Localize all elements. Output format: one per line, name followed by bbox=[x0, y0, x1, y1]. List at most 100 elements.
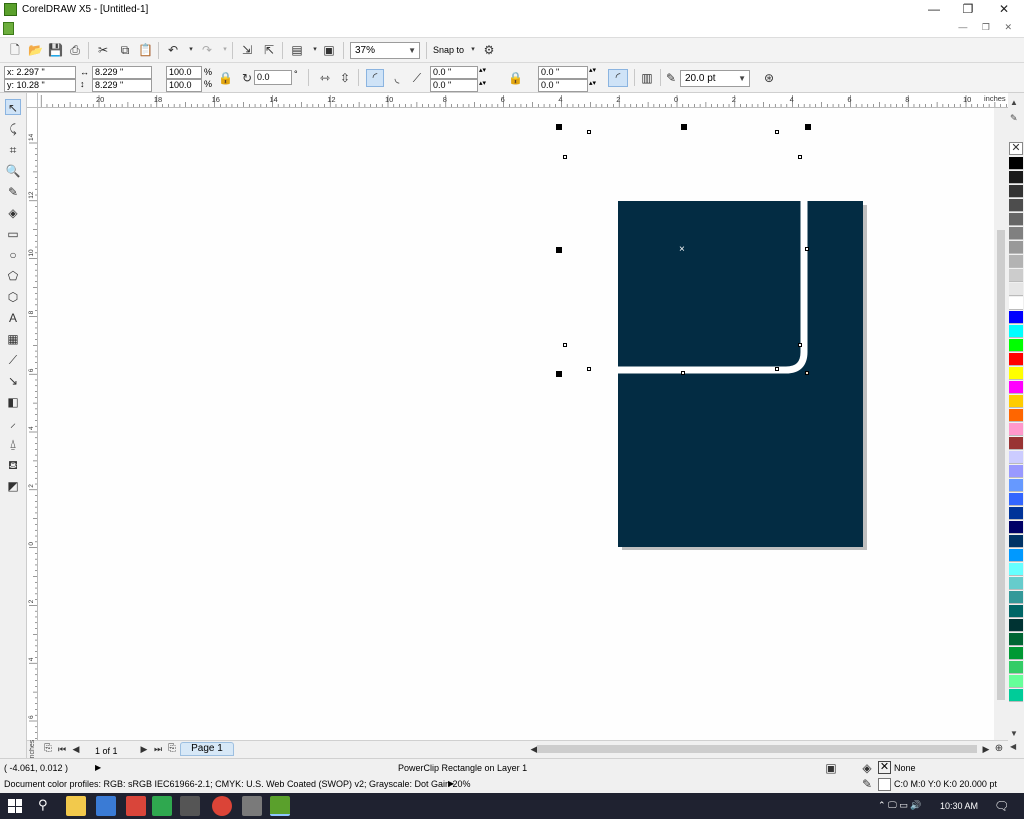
notifications-icon[interactable]: 🗨 bbox=[994, 799, 1009, 813]
windows-start-icon[interactable] bbox=[8, 799, 22, 813]
corner-node[interactable] bbox=[587, 130, 591, 134]
palette-swatch[interactable] bbox=[1009, 563, 1023, 576]
height-field[interactable]: 8.229 " bbox=[92, 79, 152, 92]
mirror-vertical-icon[interactable]: ⇳ bbox=[338, 71, 352, 85]
coreldraw-taskbar-icon[interactable] bbox=[270, 796, 290, 816]
corner-node[interactable] bbox=[563, 155, 567, 159]
palette-swatch[interactable] bbox=[1009, 269, 1023, 282]
redo-icon[interactable]: ↷ bbox=[200, 43, 214, 57]
selection-handle-middle-right[interactable] bbox=[805, 247, 809, 251]
selection-handle-bottom-left[interactable] bbox=[556, 371, 562, 377]
eyedropper-tool-icon[interactable]: ⸝ bbox=[5, 415, 21, 431]
palette-swatch[interactable] bbox=[1009, 493, 1023, 506]
expand-arrow-icon[interactable]: ▶ bbox=[95, 763, 101, 772]
pick-tool-icon[interactable]: ↖ bbox=[5, 99, 21, 115]
palette-swatch[interactable] bbox=[1009, 647, 1023, 660]
previous-page-icon[interactable]: ◀ bbox=[69, 742, 83, 756]
palette-swatch[interactable] bbox=[1009, 535, 1023, 548]
polygon-tool-icon[interactable]: ⬠ bbox=[5, 268, 21, 284]
corner-radius-bottom-left-field[interactable]: 0.0 " bbox=[430, 79, 478, 92]
chamfered-corner-icon[interactable]: ⟋ bbox=[410, 71, 424, 85]
vertical-ruler[interactable]: 141210864202468 bbox=[27, 108, 38, 740]
export-icon[interactable]: ⇱ bbox=[262, 43, 276, 57]
rotation-field[interactable]: 0.0 bbox=[254, 70, 292, 85]
paste-icon[interactable]: 📋 bbox=[138, 43, 153, 57]
document-icon[interactable] bbox=[3, 22, 14, 35]
restore-button[interactable]: ❐ bbox=[950, 0, 986, 20]
palette-scroll-down-icon[interactable]: ▼ bbox=[1010, 729, 1018, 738]
palette-swatch[interactable] bbox=[1009, 311, 1023, 324]
palette-swatch[interactable] bbox=[1009, 283, 1023, 296]
mirror-horizontal-icon[interactable]: ⇿ bbox=[318, 71, 332, 85]
wrap-text-icon[interactable]: ▥ bbox=[640, 71, 654, 85]
vertical-scrollbar[interactable] bbox=[994, 108, 1008, 740]
palette-swatch[interactable] bbox=[1009, 605, 1023, 618]
palette-swatch[interactable] bbox=[1009, 675, 1023, 688]
clock[interactable]: 10:30 AM bbox=[940, 801, 978, 811]
palette-swatch[interactable] bbox=[1009, 367, 1023, 380]
palette-swatch[interactable] bbox=[1009, 507, 1023, 520]
no-color-swatch[interactable]: ✕ bbox=[1009, 142, 1023, 155]
cut-icon[interactable]: ✂ bbox=[96, 43, 110, 57]
application-launcher-icon[interactable]: ▤ bbox=[290, 43, 304, 57]
selection-handle-bottom-right[interactable] bbox=[805, 371, 809, 375]
palette-swatch[interactable] bbox=[1009, 451, 1023, 464]
outline-tool-icon[interactable]: ⍙ bbox=[5, 436, 21, 452]
ruler-origin[interactable] bbox=[27, 93, 38, 108]
corner-radius-bottom-right-field[interactable]: 0.0 " bbox=[538, 79, 588, 92]
palette-swatch[interactable] bbox=[1009, 619, 1023, 632]
spinner-icon[interactable]: ▴▾ bbox=[589, 66, 596, 74]
drawing-canvas[interactable]: × bbox=[38, 108, 994, 740]
palette-swatch[interactable] bbox=[1009, 227, 1023, 240]
palette-swatch[interactable] bbox=[1009, 577, 1023, 590]
spinner-icon[interactable]: ▴▾ bbox=[479, 66, 486, 74]
palette-swatch[interactable] bbox=[1009, 409, 1023, 422]
selection-handle-top-right[interactable] bbox=[805, 124, 811, 130]
corner-node[interactable] bbox=[775, 130, 779, 134]
rectangle-tool-icon[interactable]: ▭ bbox=[5, 226, 21, 242]
palette-swatch[interactable] bbox=[1009, 465, 1023, 478]
search-icon[interactable]: ⚲ bbox=[38, 797, 48, 813]
lock-corners-icon[interactable]: 🔒 bbox=[508, 71, 523, 85]
open-folder-icon[interactable]: 📂 bbox=[28, 43, 43, 57]
selected-curve[interactable] bbox=[38, 108, 994, 740]
crop-tool-icon[interactable]: ⌗ bbox=[5, 142, 21, 158]
zoom-level-select[interactable]: 37% ▼ bbox=[350, 42, 420, 59]
spinner-icon[interactable]: ▴▾ bbox=[589, 79, 596, 87]
palette-swatch[interactable] bbox=[1009, 241, 1023, 254]
mail-icon[interactable] bbox=[96, 796, 116, 816]
palette-swatch[interactable] bbox=[1009, 591, 1023, 604]
round-corner-icon[interactable]: ◜ bbox=[366, 69, 384, 87]
copy-icon[interactable]: ⧉ bbox=[118, 43, 132, 57]
close-button[interactable]: ✕ bbox=[986, 0, 1022, 20]
fill-tool-icon[interactable]: ⛾ bbox=[5, 457, 21, 473]
selection-handle-bottom-middle[interactable] bbox=[681, 371, 685, 375]
outline-color-swatch[interactable] bbox=[878, 778, 891, 791]
selection-handle-middle-left[interactable] bbox=[556, 247, 562, 253]
connector-tool-icon[interactable]: ↘ bbox=[5, 373, 21, 389]
palette-swatch[interactable] bbox=[1009, 395, 1023, 408]
palette-swatch[interactable] bbox=[1009, 423, 1023, 436]
eyedropper-icon[interactable]: ✎ bbox=[1010, 113, 1018, 124]
scale-x-field[interactable]: 100.0 bbox=[166, 66, 202, 79]
palette-swatch[interactable] bbox=[1009, 353, 1023, 366]
corner-node[interactable] bbox=[798, 155, 802, 159]
undo-dropdown-icon[interactable]: ▾ bbox=[184, 43, 198, 57]
options-icon[interactable]: ⚙ bbox=[482, 43, 496, 57]
app-icon[interactable] bbox=[152, 796, 172, 816]
new-document-icon[interactable]: 🗋 bbox=[8, 43, 22, 57]
corner-radius-top-left-field[interactable]: 0.0 " bbox=[430, 66, 478, 79]
next-page-icon[interactable]: ▶ bbox=[137, 742, 151, 756]
horizontal-scroll-thumb[interactable] bbox=[537, 745, 977, 753]
selection-handle-top-left[interactable] bbox=[556, 124, 562, 130]
document-window-controls[interactable]: — ❐ ✕ bbox=[958, 22, 1018, 33]
scalloped-corner-icon[interactable]: ◟ bbox=[390, 71, 404, 85]
spinner-icon[interactable]: ▴▾ bbox=[479, 79, 486, 87]
last-page-icon[interactable]: ⏭ bbox=[151, 742, 165, 756]
tab-page-1[interactable]: Page 1 bbox=[180, 742, 234, 756]
corner-node[interactable] bbox=[587, 367, 591, 371]
zoom-tool-icon[interactable]: 🔍 bbox=[5, 163, 21, 179]
palette-swatch[interactable] bbox=[1009, 549, 1023, 562]
palette-swatch[interactable] bbox=[1009, 437, 1023, 450]
smart-fill-tool-icon[interactable]: ◈ bbox=[5, 205, 21, 221]
